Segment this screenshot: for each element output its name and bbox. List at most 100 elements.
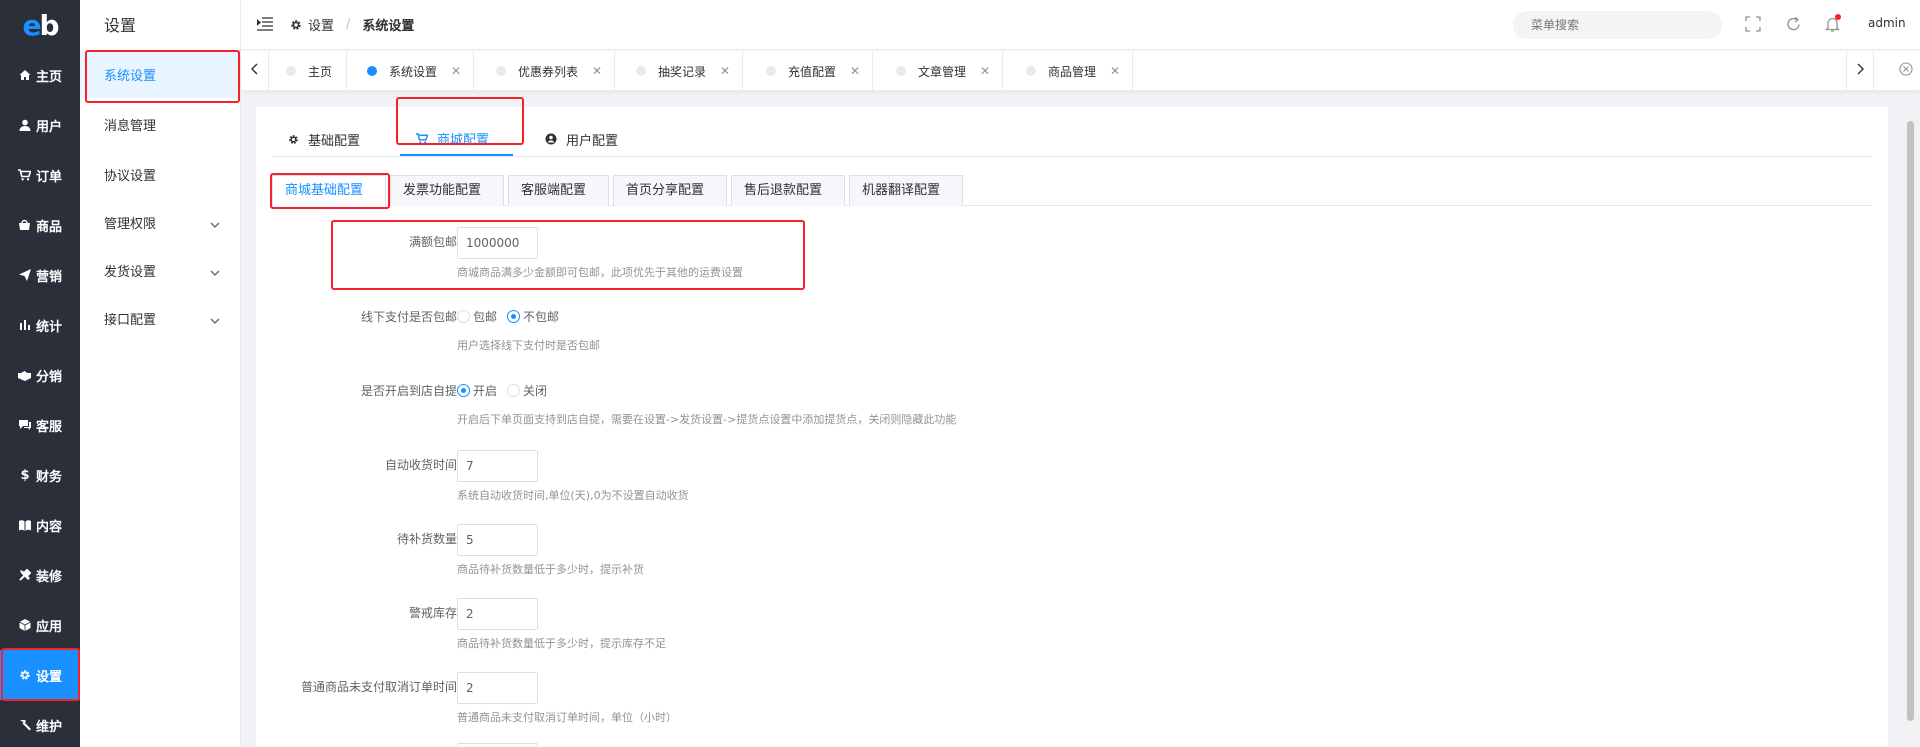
tag-home[interactable]: 主页 [270,51,348,91]
close-icon[interactable]: ✕ [1110,64,1132,78]
nav-item-distribution[interactable]: 分销 [0,350,80,400]
book-icon [18,519,32,531]
radio-pickup-off[interactable]: 关闭 [507,382,547,399]
close-icon[interactable]: ✕ [850,64,872,78]
close-icon[interactable]: ✕ [720,64,742,78]
nav-label: 维护 [35,719,62,735]
tab-mall-config[interactable]: 商城配置 [400,122,513,156]
top-header: 设置 / 系统设置 admin [241,0,1920,50]
unpaid-cancel-input[interactable]: 2 [457,672,538,704]
subtab-home-share[interactable]: 首页分享配置 [613,175,727,206]
tab-user-config[interactable]: 用户配置 [545,122,618,156]
sub-item-agreement[interactable]: 协议设置 [80,150,240,198]
nav-item-user[interactable]: 用户 [0,100,80,150]
radio-label: 不包邮 [523,310,560,324]
tag-system-settings[interactable]: 系统设置 ✕ [351,51,475,91]
nav-item-maintenance[interactable]: 维护 [0,700,80,747]
primary-tabs: 基础配置 商城配置 用户配置 [272,122,1872,157]
tag-dot [896,66,906,76]
refresh-icon[interactable] [1786,16,1801,36]
tools-icon [18,569,32,581]
user-name[interactable]: admin [1868,16,1906,30]
content-scrollbar[interactable] [1905,107,1916,747]
nav-label: 分销 [35,369,62,385]
settings-card: 基础配置 商城配置 用户配置 商城基础配置 发票功能配置 客服端配置 首页分享配… [256,97,1888,747]
nav-label: 客服 [35,419,62,435]
hammer-icon [18,719,32,731]
radio-circle [457,384,470,397]
nav-item-order[interactable]: 订单 [0,150,80,200]
sub-item-shipping[interactable]: 发货设置 [80,246,240,294]
tags-bar: 主页 系统设置 ✕ 优惠券列表 ✕ 抽奖记录 ✕ 充值配置 ✕ 文章管理 ✕ 商品管理 ✕ [241,51,1920,91]
nav-label: 财务 [35,469,62,485]
nav-item-marketing[interactable]: 营销 [0,250,80,300]
tag-recharge-config[interactable]: 充值配置 ✕ [750,51,874,91]
sub-item-api[interactable]: 接口配置 [80,294,240,342]
restock-input[interactable]: 5 [457,524,538,556]
chevron-right-icon [1857,63,1864,79]
radio-free-shipping[interactable]: 包邮 [457,308,497,325]
chevron-down-icon [210,313,220,328]
paper-plane-icon [18,269,32,281]
auto-receive-input[interactable]: 7 [457,450,538,482]
nav-item-statistics[interactable]: 统计 [0,300,80,350]
nav-item-content[interactable]: 内容 [0,500,80,550]
nav-item-apps[interactable]: 应用 [0,600,80,650]
stock-alert-input[interactable]: 2 [457,598,538,630]
nav-item-home[interactable]: 主页 [0,50,80,100]
tag-coupon-list[interactable]: 优惠券列表 ✕ [480,51,616,91]
radio-no-free-shipping[interactable]: 不包邮 [507,308,559,325]
menu-search-input[interactable] [1513,11,1722,39]
nav-item-settings[interactable]: 设置 [0,650,80,700]
tags-prev-button[interactable] [241,51,269,91]
close-all-tags-button[interactable] [1892,51,1920,91]
radio-pickup-on[interactable]: 开启 [457,382,497,399]
sub-item-message[interactable]: 消息管理 [80,100,240,148]
tags-next-button[interactable] [1846,51,1874,91]
logo[interactable]: eb [0,0,80,50]
radio-label: 包邮 [473,310,498,324]
bar-chart-icon [18,319,32,331]
offline-pay-label: 线下支付是否包邮 [360,310,457,324]
close-icon[interactable]: ✕ [592,64,614,78]
tab-basic-config[interactable]: 基础配置 [288,122,360,156]
nav-item-customer-service[interactable]: 客服 [0,400,80,450]
stock-alert-label: 警戒库存 [408,606,457,620]
tab-label: 商城配置 [437,132,490,148]
sub-item-label: 发货设置 [104,264,157,280]
breadcrumb-item[interactable]: 设置 [308,15,334,34]
close-icon[interactable]: ✕ [980,64,1002,78]
sub-item-permissions[interactable]: 管理权限 [80,198,240,246]
nav-item-finance[interactable]: $ 财务 [0,450,80,500]
tag-product-manage[interactable]: 商品管理 ✕ [1010,51,1134,91]
subtab-customer-service[interactable]: 客服端配置 [508,175,609,206]
menu-toggle-icon[interactable] [256,17,273,35]
subtab-mall-basic[interactable]: 商城基础配置 [272,175,386,207]
handshake-icon [18,370,32,381]
user-circle-icon [545,133,557,145]
nav-label: 装修 [35,569,62,585]
subtab-machine-translation[interactable]: 机器翻译配置 [849,175,963,206]
next-row-input[interactable] [457,743,538,747]
radio-circle [507,310,521,323]
scrollbar-thumb[interactable] [1907,121,1914,721]
tag-article-manage[interactable]: 文章管理 ✕ [880,51,1004,91]
subtab-invoice[interactable]: 发票功能配置 [390,175,504,206]
fullscreen-icon[interactable] [1745,16,1761,36]
nav-label: 内容 [35,519,62,535]
nav-item-product[interactable]: 商品 [0,200,80,250]
restock-help: 商品待补货数量低于多少时，提示补货 [457,563,644,576]
tab-label: 用户配置 [566,133,619,149]
tag-lottery-record[interactable]: 抽奖记录 ✕ [620,51,744,91]
free-shipping-label: 满额包邮 [408,235,457,249]
subtab-after-sales[interactable]: 售后退款配置 [731,175,845,206]
close-icon[interactable]: ✕ [451,64,473,78]
free-shipping-input[interactable]: 1000000 [457,227,538,259]
home-icon [18,69,32,81]
nav-item-decoration[interactable]: 装修 [0,550,80,600]
nav-label: 订单 [35,169,62,185]
cart-icon [416,132,428,144]
breadcrumb-separator: / [346,17,351,32]
sub-item-system-settings[interactable]: 系统设置 [80,50,240,98]
tag-label: 系统设置 [389,64,438,79]
